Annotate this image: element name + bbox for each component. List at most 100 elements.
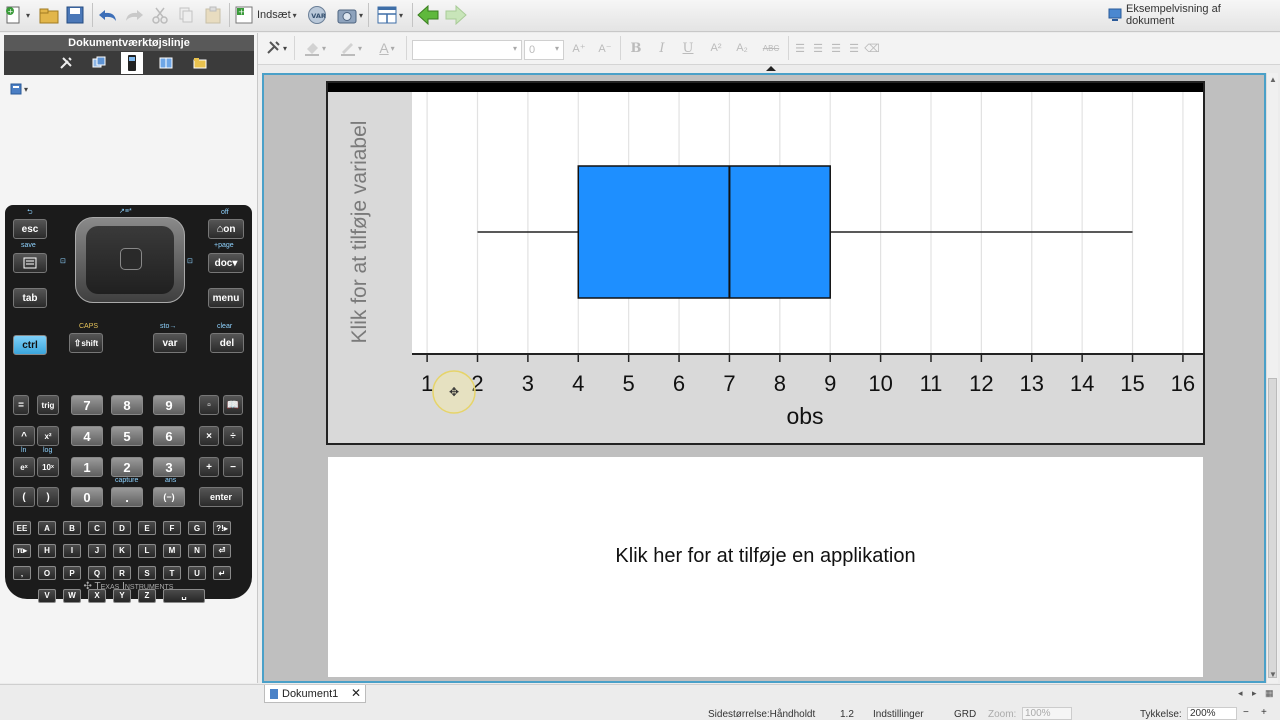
close-icon[interactable]: ✕ xyxy=(351,686,361,700)
redo-button[interactable] xyxy=(122,4,146,26)
strikethrough-button[interactable]: ABC xyxy=(760,37,782,59)
alpha-key[interactable]: B xyxy=(63,521,81,535)
tab-tools[interactable] xyxy=(56,54,76,72)
collapse-toolbar-icon[interactable] xyxy=(766,66,776,71)
tab-next-icon[interactable]: ▸ xyxy=(1252,688,1257,699)
y-axis-label[interactable]: Klik for at tilføje variabel xyxy=(348,121,371,344)
text-color-button[interactable]: A ▾ xyxy=(372,37,402,59)
paren-open-key[interactable]: ( xyxy=(13,487,35,507)
alpha-key[interactable]: I xyxy=(63,543,81,558)
paren-close-key[interactable]: ) xyxy=(37,487,59,507)
tab-utilities[interactable] xyxy=(156,54,176,72)
copy-button[interactable] xyxy=(176,4,196,26)
negative-key[interactable]: (−) xyxy=(153,487,185,507)
vertical-scrollbar[interactable]: ▲ ▼ xyxy=(1266,73,1278,683)
home-on-key[interactable]: ⌂ on xyxy=(208,219,244,239)
exp-key[interactable]: eˣ xyxy=(13,457,35,477)
shift-key[interactable]: ⇧ shift xyxy=(69,333,103,353)
decimal-key[interactable]: . xyxy=(111,487,143,507)
divide-key[interactable]: ÷ xyxy=(223,426,243,446)
tab-prev-icon[interactable]: ◂ xyxy=(1238,688,1243,699)
screen-capture-button[interactable]: ▾ xyxy=(332,4,368,26)
caret-key[interactable]: ^ xyxy=(13,426,35,446)
document-preview-button[interactable]: Eksempelvisning af dokument xyxy=(1108,3,1272,27)
alpha-key[interactable]: ?!▸ xyxy=(213,521,231,535)
align-center-button[interactable]: ☰ xyxy=(810,37,826,59)
catalog-key[interactable]: ▫ xyxy=(199,395,219,415)
alpha-key[interactable]: EE xyxy=(13,521,31,535)
equals-key[interactable]: = xyxy=(13,395,29,415)
alpha-key[interactable]: R xyxy=(113,566,131,580)
italic-button[interactable]: I xyxy=(654,37,670,59)
thickness-select[interactable]: 200% xyxy=(1187,707,1237,720)
key-3[interactable]: 3 xyxy=(153,457,185,477)
tab-emulator[interactable] xyxy=(121,52,143,74)
scroll-up-icon[interactable]: ▲ xyxy=(1269,75,1277,84)
subscript-button[interactable]: A₂ xyxy=(734,37,750,59)
key-2[interactable]: 2 xyxy=(111,457,143,477)
align-right-button[interactable]: ☰ xyxy=(828,37,844,59)
key-6[interactable]: 6 xyxy=(153,426,185,446)
key-9[interactable]: 9 xyxy=(153,395,185,415)
alpha-key[interactable]: U xyxy=(188,566,206,580)
save-button[interactable] xyxy=(64,4,86,26)
increase-font-button[interactable]: A⁺ xyxy=(570,37,588,59)
alpha-key[interactable]: P xyxy=(63,566,81,580)
undo-button[interactable] xyxy=(96,4,120,26)
tab-page-sorter[interactable] xyxy=(89,54,109,72)
tab-list-icon[interactable]: ▦ xyxy=(1265,688,1274,699)
enter-key[interactable]: enter xyxy=(199,487,243,507)
variables-button[interactable]: VAR xyxy=(306,4,328,26)
alpha-key[interactable]: C xyxy=(88,521,106,535)
tools-button[interactable]: ▾ xyxy=(262,37,290,59)
key-0[interactable]: 0 xyxy=(71,487,103,507)
decrease-font-button[interactable]: A⁻ xyxy=(596,37,614,59)
add-application-prompt[interactable]: Klik her for at tilføje en applikation xyxy=(328,545,1203,568)
tab-document1[interactable]: Dokument1 ✕ xyxy=(264,685,366,703)
key-1[interactable]: 1 xyxy=(71,457,103,477)
new-document-button[interactable]: + ▾ xyxy=(2,4,32,26)
alpha-key[interactable]: F xyxy=(163,521,181,535)
bold-button[interactable]: B xyxy=(628,37,644,59)
var-key[interactable]: var xyxy=(153,333,187,353)
paste-button[interactable] xyxy=(202,4,224,26)
alpha-key[interactable]: S xyxy=(138,566,156,580)
alpha-key[interactable]: ⏎ xyxy=(213,543,231,558)
minus-key[interactable]: − xyxy=(223,457,243,477)
open-button[interactable] xyxy=(38,4,60,26)
esc-key[interactable]: esc xyxy=(13,219,47,239)
fill-color-button[interactable]: ▾ xyxy=(300,37,330,59)
alpha-key[interactable]: ↵ xyxy=(213,566,231,580)
alpha-key[interactable]: L xyxy=(138,543,156,558)
alpha-key[interactable]: G xyxy=(188,521,206,535)
key-4[interactable]: 4 xyxy=(71,426,103,446)
view-selector[interactable]: ▾ xyxy=(10,83,28,95)
alpha-key[interactable]: J xyxy=(88,543,106,558)
touchpad[interactable] xyxy=(75,217,185,303)
empty-app-panel[interactable]: Klik her for at tilføje en applikation xyxy=(328,457,1203,677)
font-family-select[interactable]: ▾ xyxy=(412,40,522,60)
line-color-button[interactable]: ▾ xyxy=(336,37,366,59)
scroll-down-icon[interactable]: ▼ xyxy=(1269,670,1277,679)
insert-menu-button[interactable]: + Indsæt ▾ xyxy=(234,4,302,26)
book-key[interactable]: 📖 xyxy=(223,395,243,415)
scrollbar-thumb[interactable] xyxy=(1268,378,1277,678)
tab-key[interactable]: tab xyxy=(13,288,47,308)
page-size-status[interactable]: Sidestørrelse:Håndholdt xyxy=(708,709,815,720)
alpha-key[interactable]: H xyxy=(38,543,56,558)
page-layout-button[interactable]: ▾ xyxy=(372,4,408,26)
multiply-key[interactable]: × xyxy=(199,426,219,446)
alpha-key[interactable]: Q xyxy=(88,566,106,580)
zoom-out-icon[interactable]: − xyxy=(1243,707,1249,718)
cut-button[interactable] xyxy=(150,4,170,26)
font-size-select[interactable]: 0 ▾ xyxy=(524,40,564,60)
alpha-key[interactable]: ‚ xyxy=(13,566,31,580)
justify-button[interactable]: ☰ xyxy=(846,37,862,59)
tab-content[interactable] xyxy=(190,54,210,72)
alpha-key[interactable]: O xyxy=(38,566,56,580)
data-statistics-app[interactable]: 1 2 3 4 5 6 7 8 9 10 11 12 13 14 15 16 obs Klik for at ti… xyxy=(326,81,1205,445)
key-7[interactable]: 7 xyxy=(71,395,103,415)
alpha-key[interactable]: T xyxy=(163,566,181,580)
del-key[interactable]: del xyxy=(210,333,244,353)
align-left-button[interactable]: ☰ xyxy=(792,37,808,59)
